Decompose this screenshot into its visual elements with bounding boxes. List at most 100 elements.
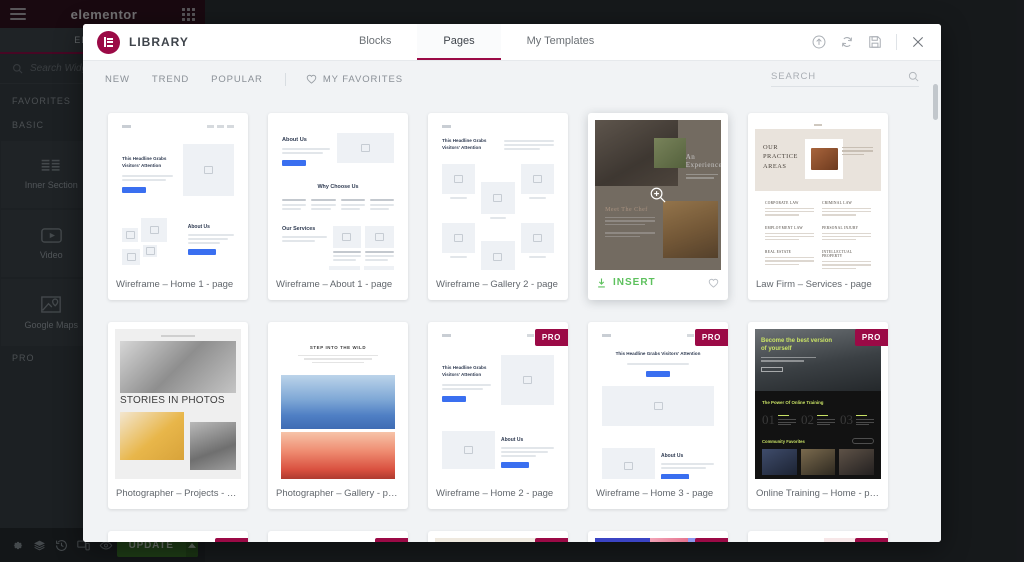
header-divider (896, 34, 897, 50)
filter-popular[interactable]: POPULAR (211, 74, 263, 85)
search-icon (13, 64, 23, 74)
sync-refresh-icon[interactable] (840, 35, 854, 49)
pro-badge: PRO (854, 538, 888, 542)
video-icon (40, 227, 62, 243)
template-grid-scroll-area[interactable]: This Headline Grabs Visitors' Attention (83, 97, 941, 542)
elementor-logo-icon (97, 30, 120, 54)
history-icon[interactable] (51, 528, 73, 562)
thumb-section-3: Our Services (282, 226, 316, 233)
filter-divider (284, 72, 286, 86)
import-upload-icon[interactable] (812, 35, 826, 49)
thumb-headline: This Headline Grabs Visitors' Attention (442, 138, 487, 150)
thumb-headline: This Headline Grabs Visitors' Attention (442, 365, 487, 377)
template-title: Law Firm – Services - page (756, 279, 872, 290)
filter-trend[interactable]: TREND (152, 74, 189, 85)
template-card[interactable]: OUR SERVICES PRO (428, 531, 568, 542)
download-glyph (598, 278, 605, 287)
import-glyph (812, 35, 826, 49)
template-title: Online Training – Home - page (756, 488, 886, 499)
library-header-actions (812, 24, 941, 60)
template-hover-actions: INSERT (588, 270, 728, 297)
library-search-field[interactable]: SEARCH (771, 71, 919, 87)
template-thumbnail: Become the best version of yourself The … (755, 329, 881, 479)
template-card[interactable]: This Headline Grabs Visitors' Attention (428, 322, 568, 509)
thumb-section-2: About Us (661, 452, 684, 459)
grid-apps-icon[interactable] (182, 7, 195, 21)
pro-badge: PRO (694, 538, 728, 542)
tab-pages[interactable]: Pages (417, 24, 501, 60)
template-thumbnail: This Headline Grabs Visitors' Attention (115, 120, 241, 270)
library-brand: LIBRARY (83, 24, 333, 60)
heart-outline-icon (306, 74, 317, 84)
library-tabs: Blocks Pages My Templates (333, 24, 620, 60)
library-search-placeholder: SEARCH (771, 71, 816, 82)
pro-badge: PRO (854, 329, 888, 346)
thumb-section-2: The Power Of Online Training (762, 400, 824, 405)
navigator-layers-icon[interactable] (29, 528, 51, 562)
magnifier-zoom-icon[interactable] (650, 187, 667, 204)
library-title: LIBRARY (129, 35, 189, 49)
thumb-headline: This Headline Grabs Visitors' Attention (615, 351, 701, 356)
library-filter-bar: NEW TREND POPULAR MY FAVORITES SEARCH (83, 61, 941, 97)
filter-my-favorites[interactable]: MY FAVORITES (306, 74, 403, 85)
template-library-modal: LIBRARY Blocks Pages My Templates NEW TR… (83, 24, 941, 542)
vertical-scrollbar[interactable] (933, 84, 938, 536)
template-thumbnail: OUR PRACTICE AREAS CORPORATE LAW CRIMINA… (755, 120, 881, 270)
template-thumbnail: STEP INTO THE WILD (275, 329, 401, 479)
template-grid: This Headline Grabs Visitors' Attention (83, 97, 941, 542)
save-floppy-icon[interactable] (868, 35, 882, 49)
pro-badge: PRO (214, 538, 248, 542)
screen-root: elementor ELEMENTS Search Widget... FAVO… (0, 0, 1024, 562)
template-card[interactable]: OUR PRACTICE AREAS CORPORATE LAW CRIMINA… (748, 113, 888, 300)
template-card[interactable]: STEP INTO THE WILD Photographer – Galler… (268, 322, 408, 509)
thumb-section-3: Community Favorites (762, 438, 805, 444)
template-card[interactable]: Become the best version of yourself The … (748, 322, 888, 509)
thumb-item: PERSONAL INJURY (822, 225, 859, 230)
template-title: Wireframe – About 1 - page (276, 279, 393, 290)
tab-my-templates[interactable]: My Templates (501, 24, 621, 60)
template-thumbnail[interactable]: An Experience Meet The Chef (595, 120, 721, 270)
insert-button-label[interactable]: INSERT (613, 277, 656, 288)
template-card[interactable]: Contact Us (268, 531, 408, 542)
template-card[interactable]: About Us PRO (108, 531, 248, 542)
history-glyph (56, 539, 68, 551)
magnifier-glyph (650, 187, 666, 203)
template-thumbnail: This Headline Grabs Visitors' Attention … (595, 329, 721, 479)
template-card-hovered[interactable]: An Experience Meet The Chef INSERT (588, 113, 728, 300)
template-card[interactable]: This Headline Grabs Visitors' Attention (428, 113, 568, 300)
close-x-icon[interactable] (911, 35, 925, 49)
template-card[interactable]: Bring Your Space To Life Let's Talk Plan… (748, 531, 888, 542)
template-title: Photographer – Projects - page (116, 488, 248, 499)
download-insert-icon[interactable] (597, 278, 606, 288)
template-thumbnail: STORIES IN PHOTOS (115, 329, 241, 479)
thumb-headline: STORIES IN PHOTOS (120, 395, 225, 406)
template-card[interactable]: This Headline Grabs Visitors' Attention … (588, 322, 728, 509)
pro-badge: PRO (374, 538, 408, 542)
thumb-section-2: Why Choose Us (317, 184, 359, 190)
template-thumbnail: This Headline Grabs Visitors' Attention (435, 329, 561, 479)
thumb-headline: OUR PRACTICE AREAS (763, 144, 798, 170)
search-icon (908, 71, 919, 82)
template-card[interactable]: About Us Why Choose Us Our Services Wire… (268, 113, 408, 300)
tab-blocks[interactable]: Blocks (333, 24, 417, 60)
template-card[interactable]: PRO (588, 531, 728, 542)
thumb-headline: Become the best version of yourself (761, 338, 833, 353)
template-title: Wireframe – Gallery 2 - page (436, 279, 558, 290)
scrollbar-thumb[interactable] (933, 84, 938, 120)
template-thumbnail: This Headline Grabs Visitors' Attention (435, 120, 561, 270)
thumb-headline: About Us (282, 137, 307, 143)
widget-label: Google Maps (24, 319, 79, 330)
filter-new[interactable]: NEW (105, 74, 130, 85)
template-card[interactable]: STORIES IN PHOTOS Photographer – Project… (108, 322, 248, 509)
widget-label: Inner Section (24, 180, 78, 190)
pro-badge: PRO (534, 538, 568, 542)
settings-gear-icon[interactable] (7, 528, 29, 562)
favorite-heart-icon[interactable] (708, 278, 719, 288)
hamburger-icon[interactable] (10, 8, 26, 20)
thumb-step: 01 (762, 412, 775, 427)
widget-label: Video (39, 249, 63, 260)
template-card[interactable]: This Headline Grabs Visitors' Attention (108, 113, 248, 300)
library-header: LIBRARY Blocks Pages My Templates (83, 24, 941, 61)
filter-my-favorites-label: MY FAVORITES (322, 73, 403, 85)
close-glyph (912, 36, 924, 48)
